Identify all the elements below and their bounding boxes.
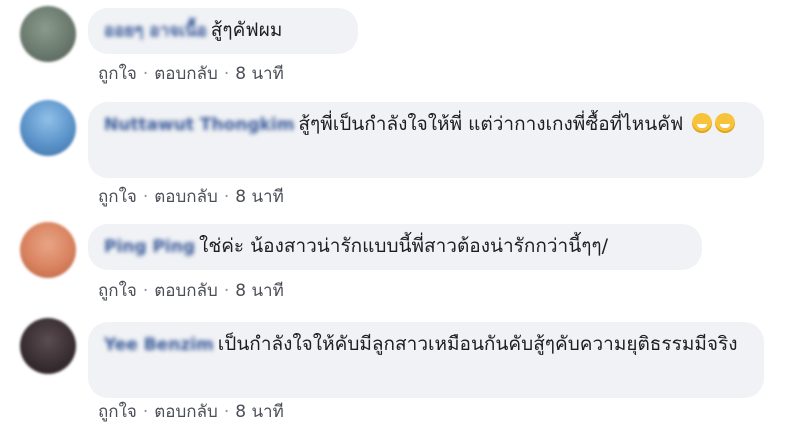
separator-dot: ·: [142, 402, 149, 422]
comment-time[interactable]: 8 นาที: [235, 60, 284, 87]
reply-link[interactable]: ตอบกลับ: [154, 183, 218, 210]
comment-time[interactable]: 8 นาที: [235, 398, 284, 425]
comment-text: สู้ๆพี่เป็นกำลังใจให้พี่ แต่ว่ากางเกงพี่…: [298, 113, 684, 135]
separator-dot: ·: [223, 402, 230, 422]
separator-dot: ·: [142, 64, 149, 84]
comment-bubble: ออยๆ อาจเนื้อ สู้ๆคัฟผม: [88, 8, 358, 54]
comment-bubble: Nuttawut Thongkim สู้ๆพี่เป็นกำลังใจให้พี…: [88, 102, 764, 178]
separator-dot: ·: [223, 64, 230, 84]
like-link[interactable]: ถูกใจ: [98, 277, 137, 304]
grin-emoji-icon: [715, 113, 736, 133]
avatar[interactable]: [20, 6, 76, 62]
comment-bubble: Yee Benzim เป็นกำลังใจให้คับมีลูกสาวเหมือ…: [88, 322, 764, 398]
reply-link[interactable]: ตอบกลับ: [154, 398, 218, 425]
comment-text: สู้ๆคัฟผม: [210, 19, 283, 41]
comment-author[interactable]: Nuttawut Thongkim: [104, 115, 294, 135]
like-link[interactable]: ถูกใจ: [98, 183, 137, 210]
avatar[interactable]: [20, 100, 76, 156]
like-link[interactable]: ถูกใจ: [98, 60, 137, 87]
avatar[interactable]: [20, 318, 76, 374]
comment-author[interactable]: Yee Benzim: [104, 335, 214, 355]
comment-author[interactable]: Ping Ping: [104, 237, 195, 257]
comment-author[interactable]: ออยๆ อาจเนื้อ: [104, 21, 207, 41]
separator-dot: ·: [142, 187, 149, 207]
comment-actions: ถูกใจ · ตอบกลับ · 8 นาที: [98, 60, 284, 87]
comment-bubble: Ping Ping ใช่ค่ะ น้องสาวน่ารักแบบนี้พี่สา…: [88, 224, 702, 270]
reply-link[interactable]: ตอบกลับ: [154, 60, 218, 87]
comment-time[interactable]: 8 นาที: [235, 277, 284, 304]
separator-dot: ·: [142, 281, 149, 301]
comment-time[interactable]: 8 นาที: [235, 183, 284, 210]
like-link[interactable]: ถูกใจ: [98, 398, 137, 425]
comment-actions: ถูกใจ · ตอบกลับ · 8 นาที: [98, 398, 284, 425]
separator-dot: ·: [223, 281, 230, 301]
comment-text: เป็นกำลังใจให้คับมีลูกสาวเหมือนกันคับสู้…: [217, 333, 738, 355]
comment-actions: ถูกใจ · ตอบกลับ · 8 นาที: [98, 277, 284, 304]
avatar[interactable]: [20, 222, 76, 278]
reply-link[interactable]: ตอบกลับ: [154, 277, 218, 304]
comment-text: ใช่ค่ะ น้องสาวน่ารักแบบนี้พี่สาวต้องน่าร…: [199, 235, 609, 257]
separator-dot: ·: [223, 187, 230, 207]
grin-emoji-icon: [692, 113, 713, 133]
comment-actions: ถูกใจ · ตอบกลับ · 8 นาที: [98, 183, 284, 210]
